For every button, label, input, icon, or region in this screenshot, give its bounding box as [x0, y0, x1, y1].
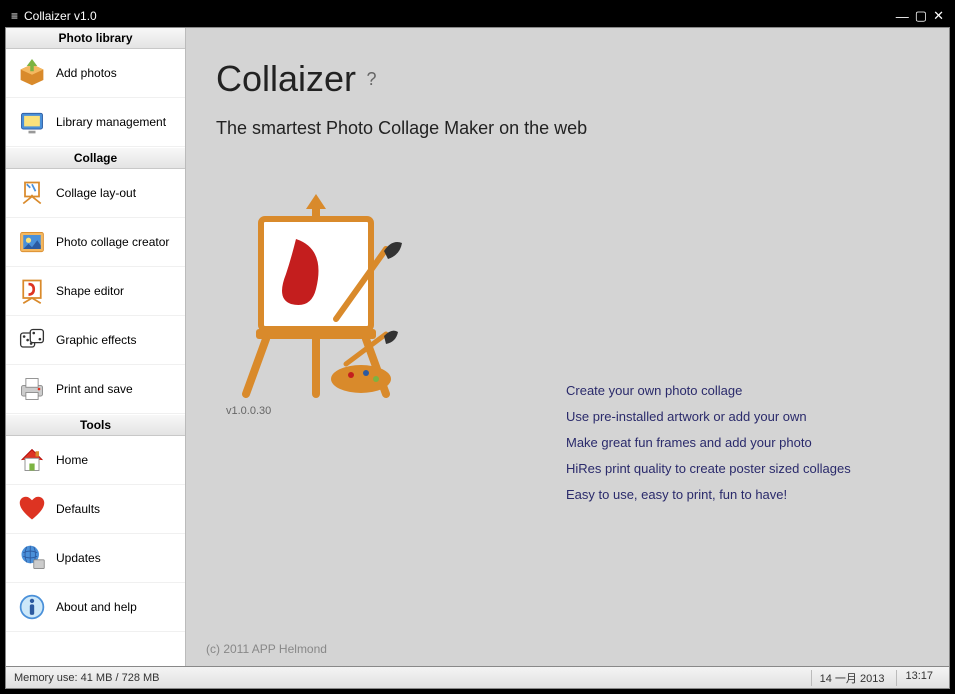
statusbar: Memory use: 41 MB / 728 MB 14 一月 2013 13…: [5, 667, 950, 689]
status-date: 14 一月 2013: [811, 670, 893, 686]
section-header-tools: Tools: [6, 414, 185, 436]
window-title: Collaizer v1.0: [24, 9, 97, 23]
section-header-photo-library: Photo library: [6, 28, 185, 49]
box-icon: [18, 59, 46, 87]
app-body: Photo library Add photos Library managem…: [5, 27, 950, 667]
home-icon: [18, 446, 46, 474]
nav-shape-editor[interactable]: Shape editor: [6, 267, 185, 316]
status-time: 13:17: [896, 670, 941, 686]
titlebar-menu-icon[interactable]: ≡: [11, 9, 18, 23]
heart-icon: [18, 495, 46, 523]
section-header-collage: Collage: [6, 147, 185, 169]
nav-label: Print and save: [56, 382, 133, 396]
globe-icon: [18, 544, 46, 572]
nav-updates[interactable]: Updates: [6, 534, 185, 583]
feature-item: Use pre-installed artwork or add your ow…: [566, 404, 851, 430]
nav-defaults[interactable]: Defaults: [6, 485, 185, 534]
nav-collage-layout[interactable]: Collage lay-out: [6, 169, 185, 218]
easel-icon: [18, 179, 46, 207]
copyright: (c) 2011 APP Helmond: [206, 642, 327, 656]
app-title: Collaizer: [216, 58, 356, 99]
nav-home[interactable]: Home: [6, 436, 185, 485]
nav-label: Add photos: [56, 66, 117, 80]
feature-item: Create your own photo collage: [566, 378, 851, 404]
status-memory: Memory use: 41 MB / 728 MB: [14, 672, 160, 684]
help-icon[interactable]: ?: [367, 69, 377, 89]
nav-label: Library management: [56, 115, 166, 129]
nav-about-and-help[interactable]: About and help: [6, 583, 185, 632]
easel-illustration-icon: [216, 189, 416, 399]
nav-library-management[interactable]: Library management: [6, 98, 185, 147]
feature-item: Easy to use, easy to print, fun to have!: [566, 482, 851, 508]
printer-icon: [18, 375, 46, 403]
feature-item: HiRes print quality to create poster siz…: [566, 456, 851, 482]
dice-icon: [18, 326, 46, 354]
nav-label: Graphic effects: [56, 333, 136, 347]
nav-label: Shape editor: [56, 284, 124, 298]
nav-label: Photo collage creator: [56, 235, 169, 249]
shape-icon: [18, 277, 46, 305]
nav-print-and-save[interactable]: Print and save: [6, 365, 185, 414]
tagline: The smartest Photo Collage Maker on the …: [216, 118, 929, 139]
nav-label: Home: [56, 453, 88, 467]
folder-screen-icon: [18, 108, 46, 136]
nav-label: Updates: [56, 551, 101, 565]
close-icon[interactable]: ✕: [933, 8, 944, 24]
feature-item: Make great fun frames and add your photo: [566, 430, 851, 456]
app-window: ≡ Collaizer v1.0 — ▢ ✕ Photo library Add…: [0, 0, 955, 694]
feature-list: Create your own photo collage Use pre-in…: [566, 378, 851, 508]
version-label: v1.0.0.30: [226, 405, 416, 417]
nav-label: About and help: [56, 600, 137, 614]
nav-photo-collage-creator[interactable]: Photo collage creator: [6, 218, 185, 267]
maximize-icon[interactable]: ▢: [915, 8, 927, 24]
sidebar: Photo library Add photos Library managem…: [6, 28, 186, 666]
photo-icon: [18, 228, 46, 256]
nav-label: Collage lay-out: [56, 186, 136, 200]
nav-label: Defaults: [56, 502, 100, 516]
titlebar[interactable]: ≡ Collaizer v1.0 — ▢ ✕: [5, 5, 950, 27]
minimize-icon[interactable]: —: [896, 9, 909, 24]
info-icon: [18, 593, 46, 621]
nav-add-photos[interactable]: Add photos: [6, 49, 185, 98]
nav-graphic-effects[interactable]: Graphic effects: [6, 316, 185, 365]
main-pane: Collaizer ? The smartest Photo Collage M…: [186, 28, 949, 666]
